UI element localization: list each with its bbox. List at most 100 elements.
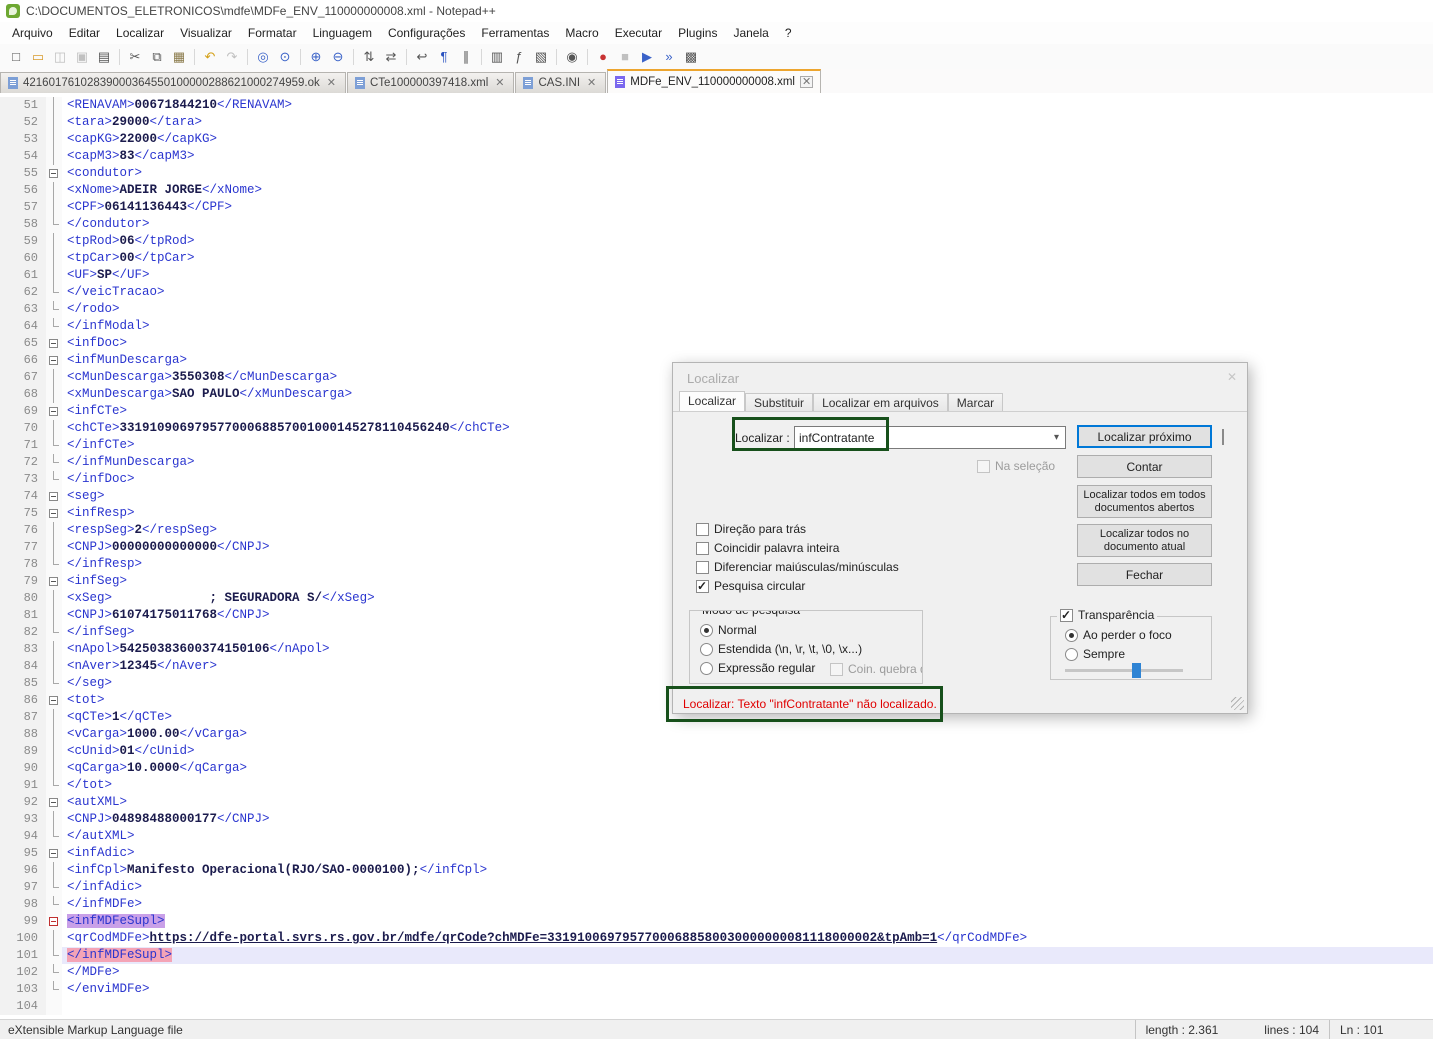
- search-mode-extended-radio[interactable]: Estendida (\n, \r, \t, \0, \x...): [700, 642, 862, 656]
- fold-margin[interactable]: [46, 811, 62, 828]
- fold-collapse-icon[interactable]: [49, 917, 58, 926]
- fold-margin[interactable]: [46, 624, 62, 641]
- code-line[interactable]: 90<qCarga>10.0000</qCarga>: [0, 760, 1433, 777]
- replace-icon[interactable]: ⊙: [275, 47, 295, 67]
- code-line[interactable]: 58</condutor>: [0, 216, 1433, 233]
- search-mode-normal-radio[interactable]: Normal: [700, 623, 757, 637]
- code-line[interactable]: 100<qrCodMDFe>https://dfe-portal.svrs.rs…: [0, 930, 1433, 947]
- find-icon[interactable]: ◎: [253, 47, 273, 67]
- fold-margin[interactable]: [46, 862, 62, 879]
- code-line[interactable]: 101</infMDFeSupl>: [0, 947, 1433, 964]
- backward-direction-checkbox[interactable]: Direção para trás: [696, 522, 806, 536]
- indent-guide-icon[interactable]: ∥: [456, 47, 476, 67]
- zoom-out-icon[interactable]: ⊖: [328, 47, 348, 67]
- fold-collapse-icon[interactable]: [49, 169, 58, 178]
- sync-horizontal-icon[interactable]: ⇄: [381, 47, 401, 67]
- document-tab[interactable]: CTe100000397418.xml✕: [347, 72, 515, 93]
- macro-run-multiple-icon[interactable]: »: [659, 47, 679, 67]
- fold-margin[interactable]: [46, 743, 62, 760]
- fold-margin[interactable]: [46, 981, 62, 998]
- fold-margin[interactable]: [46, 573, 62, 590]
- tab-close-icon[interactable]: ✕: [800, 76, 813, 88]
- fold-margin[interactable]: [46, 930, 62, 947]
- resize-grip[interactable]: [1231, 697, 1244, 710]
- fold-collapse-icon[interactable]: [49, 339, 58, 348]
- fold-margin[interactable]: [46, 658, 62, 675]
- fold-margin[interactable]: [46, 454, 62, 471]
- code-line[interactable]: 91</tot>: [0, 777, 1433, 794]
- new-file-icon[interactable]: □: [6, 47, 26, 67]
- tab-close-icon[interactable]: ✕: [585, 77, 598, 89]
- code-line[interactable]: 88<vCarga>1000.00</vCarga>: [0, 726, 1433, 743]
- code-line[interactable]: 94</autXML>: [0, 828, 1433, 845]
- in-selection-checkbox[interactable]: Na seleção: [977, 459, 1055, 473]
- macro-play-icon[interactable]: ▶: [637, 47, 657, 67]
- fold-margin[interactable]: [46, 709, 62, 726]
- fold-margin[interactable]: [46, 250, 62, 267]
- fold-margin[interactable]: [46, 352, 62, 369]
- sync-vertical-icon[interactable]: ⇅: [359, 47, 379, 67]
- fold-margin[interactable]: [46, 318, 62, 335]
- code-line[interactable]: 51<RENAVAM>00671844210</RENAVAM>: [0, 97, 1433, 114]
- find-dialog-tab[interactable]: Localizar: [679, 391, 745, 412]
- fold-margin[interactable]: [46, 726, 62, 743]
- fold-margin[interactable]: [46, 301, 62, 318]
- find-dialog-tab[interactable]: Localizar em arquivos: [813, 393, 948, 412]
- monitoring-icon[interactable]: ◉: [562, 47, 582, 67]
- fold-margin[interactable]: [46, 879, 62, 896]
- fold-collapse-icon[interactable]: [49, 798, 58, 807]
- code-line[interactable]: 95<infAdic>: [0, 845, 1433, 862]
- code-line[interactable]: 63</rodo>: [0, 301, 1433, 318]
- fold-collapse-icon[interactable]: [49, 509, 58, 518]
- transparency-checkbox[interactable]: Transparência: [1057, 608, 1157, 622]
- find-dialog-tab[interactable]: Substituir: [745, 393, 813, 412]
- document-map-icon[interactable]: ▥: [487, 47, 507, 67]
- code-line[interactable]: 102</MDFe>: [0, 964, 1433, 981]
- fold-margin[interactable]: [46, 794, 62, 811]
- fold-margin[interactable]: [46, 692, 62, 709]
- macro-record-icon[interactable]: ●: [593, 47, 613, 67]
- wrap-around-checkbox[interactable]: Pesquisa circular: [696, 579, 805, 593]
- fold-collapse-icon[interactable]: [49, 492, 58, 501]
- fold-margin[interactable]: [46, 420, 62, 437]
- menu-item[interactable]: Editar: [61, 23, 108, 43]
- fold-collapse-icon[interactable]: [49, 356, 58, 365]
- fold-margin[interactable]: [46, 896, 62, 913]
- find-next-button[interactable]: Localizar próximo: [1077, 425, 1212, 448]
- fold-margin[interactable]: [46, 590, 62, 607]
- fold-collapse-icon[interactable]: [49, 696, 58, 705]
- find-dialog-tab[interactable]: Marcar: [948, 393, 1003, 412]
- copy-icon[interactable]: ⧉: [147, 47, 167, 67]
- menu-item[interactable]: Linguagem: [305, 23, 380, 43]
- menu-item[interactable]: Janela: [725, 23, 776, 43]
- code-line[interactable]: 65<infDoc>: [0, 335, 1433, 352]
- tab-close-icon[interactable]: ✕: [325, 77, 338, 89]
- transparency-on-focus-loss-radio[interactable]: Ao perder o foco: [1065, 628, 1172, 642]
- tab-close-icon[interactable]: ✕: [493, 77, 506, 89]
- code-line[interactable]: 52<tara>29000</tara>: [0, 114, 1433, 131]
- menu-item[interactable]: Arquivo: [4, 23, 61, 43]
- zoom-in-icon[interactable]: ⊕: [306, 47, 326, 67]
- code-line[interactable]: 56<xNome>ADEIR JORGE</xNome>: [0, 182, 1433, 199]
- code-line[interactable]: 98</infMDFe>: [0, 896, 1433, 913]
- folder-as-workspace-icon[interactable]: ▧: [531, 47, 551, 67]
- fold-margin[interactable]: [46, 522, 62, 539]
- fold-margin[interactable]: [46, 539, 62, 556]
- fold-margin[interactable]: [46, 947, 62, 964]
- document-tab[interactable]: CAS.INI✕: [515, 72, 606, 93]
- show-all-characters-icon[interactable]: ¶: [434, 47, 454, 67]
- function-list-icon[interactable]: ƒ: [509, 47, 529, 67]
- paste-icon[interactable]: ▦: [169, 47, 189, 67]
- code-line[interactable]: 99<infMDFeSupl>: [0, 913, 1433, 930]
- fold-margin[interactable]: [46, 505, 62, 522]
- code-line[interactable]: 55<condutor>: [0, 165, 1433, 182]
- fold-margin[interactable]: [46, 267, 62, 284]
- fold-margin[interactable]: [46, 641, 62, 658]
- fold-margin[interactable]: [46, 284, 62, 301]
- code-line[interactable]: 60<tpCar>00</tpCar>: [0, 250, 1433, 267]
- code-line[interactable]: 61<UF>SP</UF>: [0, 267, 1433, 284]
- open-folder-icon[interactable]: ▭: [28, 47, 48, 67]
- transparency-always-radio[interactable]: Sempre: [1065, 647, 1125, 661]
- fold-margin[interactable]: [46, 760, 62, 777]
- fold-margin[interactable]: [46, 131, 62, 148]
